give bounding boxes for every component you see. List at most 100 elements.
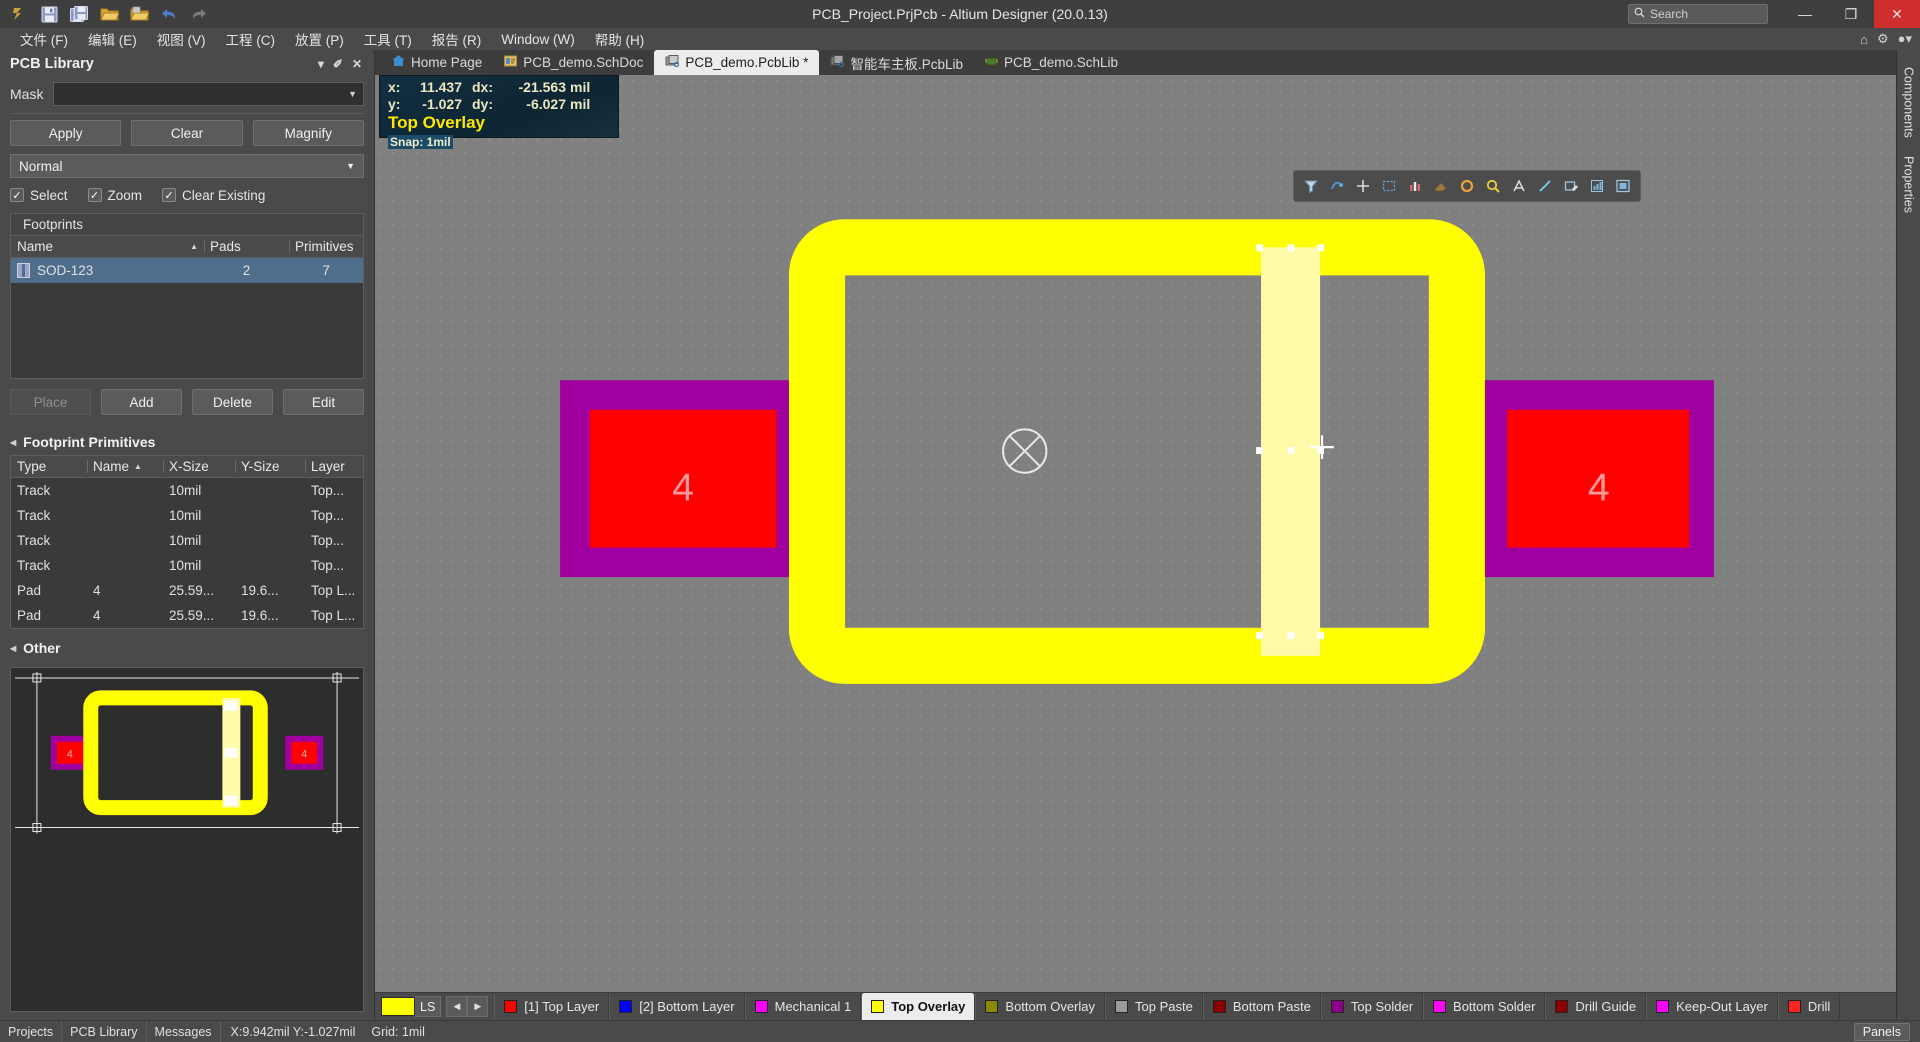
menu-window[interactable]: Window (W) [491,30,585,49]
tab-smartcar-pcblib[interactable]: 智能车主板.PcbLib [819,50,974,75]
layer-tab-bottom-overlay[interactable]: Bottom Overlay [975,993,1105,1020]
tab-pcb-demo-pcblib[interactable]: PCB_demo.PcbLib * [654,50,820,75]
primitives-col-type[interactable]: Type [11,456,87,477]
status-tab-messages[interactable]: Messages [147,1021,221,1042]
menu-help[interactable]: 帮助 (H) [585,27,655,51]
footprints-col-primitives[interactable]: Primitives [289,236,363,257]
panel-close-icon[interactable]: ✕ [352,57,362,71]
rail-tab-components[interactable]: Components [1899,58,1919,147]
eraser-icon[interactable] [1429,174,1453,198]
minimize-button[interactable]: — [1782,0,1828,28]
net-color-icon[interactable] [1325,174,1349,198]
rectangle-edit-icon[interactable] [1559,174,1583,198]
panel-dropdown-icon[interactable]: ▾ [318,57,324,71]
footprints-col-pads[interactable]: Pads [204,236,289,257]
open-project-icon[interactable] [126,2,152,26]
layer-tab-bottom-paste[interactable]: Bottom Paste [1202,993,1321,1020]
layer-tab-mechanical-1[interactable]: Mechanical 1 [744,993,862,1020]
maximize-button[interactable]: ❐ [1828,0,1874,28]
rail-tab-properties[interactable]: Properties [1899,147,1919,222]
footprint-preview[interactable]: 4 4 [10,667,364,1012]
chart-icon[interactable] [1585,174,1609,198]
magnify-button[interactable]: Magnify [252,120,364,146]
tab-pcb-demo-schdoc[interactable]: PCB_demo.SchDoc [493,50,654,75]
footprints-col-name[interactable]: Name ▲ [11,236,204,257]
checkbox-clear-existing-box[interactable]: ✓ [162,188,177,202]
collapse-triangle-icon[interactable]: ◀ [10,438,16,447]
chevron-down-icon[interactable]: ▼ [346,161,355,171]
layer-set-swatch[interactable] [381,997,415,1016]
mask-mode-select[interactable]: Normal ▼ [10,154,364,178]
menu-tools[interactable]: 工具 (T) [354,27,422,51]
apply-button[interactable]: Apply [10,120,122,146]
table-row[interactable]: Track 10mil Top... [11,528,363,553]
select-area-icon[interactable] [1377,174,1401,198]
table-row[interactable]: Pad 4 25.59... 19.6... Top L... [11,603,363,628]
menu-reports[interactable]: 报告 (R) [422,27,492,51]
layer-tab-drill[interactable]: Drill [1777,993,1841,1020]
layer-tab-bottom-layer[interactable]: [2] Bottom Layer [609,993,745,1020]
open-folder-icon[interactable] [96,2,122,26]
layer-tab-top-paste[interactable]: Top Paste [1105,993,1203,1020]
table-row[interactable]: Pad 4 25.59... 19.6... Top L... [11,578,363,603]
menu-place[interactable]: 放置 (P) [285,27,354,51]
filter-icon[interactable] [1299,174,1323,198]
menu-file[interactable]: 文件 (F) [10,27,78,51]
chevron-down-icon[interactable]: ▼ [348,89,357,99]
clear-button[interactable]: Clear [131,120,243,146]
menu-view[interactable]: 视图 (V) [147,27,216,51]
layer-tab-top-layer[interactable]: [1] Top Layer [494,993,610,1020]
status-tab-pcb-library[interactable]: PCB Library [62,1021,147,1042]
layer-prev-button[interactable]: ◀ [446,996,468,1017]
measure-icon[interactable] [1403,174,1427,198]
checkbox-zoom[interactable]: ✓ Zoom [87,188,142,203]
altium-logo-icon[interactable] [6,2,32,26]
table-row[interactable]: SOD-123 2 7 [11,258,363,283]
layer-tab-bottom-solder[interactable]: Bottom Solder [1423,993,1546,1020]
checkbox-clear-existing[interactable]: ✓ Clear Existing [162,188,265,203]
table-row[interactable]: Track 10mil Top... [11,553,363,578]
settings-gear-icon[interactable]: ⚙ [1877,31,1889,47]
home-icon[interactable]: ⌂ [1860,32,1868,47]
layer-tab-drill-guide[interactable]: Drill Guide [1545,993,1647,1020]
layer-tab-top-solder[interactable]: Top Solder [1320,993,1424,1020]
checkbox-zoom-box[interactable]: ✓ [87,188,102,202]
menu-project[interactable]: 工程 (C) [216,27,286,51]
search-input[interactable]: Search [1628,4,1768,24]
table-row[interactable]: Track 10mil Top... [11,503,363,528]
primitives-col-ysize[interactable]: Y-Size [235,456,305,477]
tab-pcb-demo-schlib[interactable]: PCB_demo.SchLib [974,50,1129,75]
crosshair-icon[interactable] [1351,174,1375,198]
mask-input[interactable]: ▼ [53,82,364,106]
primitives-col-xsize[interactable]: X-Size [163,456,235,477]
status-tab-projects[interactable]: Projects [0,1021,63,1042]
undo-icon[interactable] [156,2,182,26]
magnifier-icon[interactable] [1481,174,1505,198]
delete-button[interactable]: Delete [192,389,273,415]
save-all-icon[interactable] [66,2,92,26]
primitives-col-layer[interactable]: Layer [305,456,363,477]
pcb-canvas[interactable]: x: 11.437 dx: -21.563 mil y: -1.027 dy: … [375,75,1896,992]
add-button[interactable]: Add [101,389,182,415]
menu-edit[interactable]: 编辑 (E) [78,27,147,51]
board-view-icon[interactable] [1611,174,1635,198]
orange-dot-icon[interactable] [1455,174,1479,198]
layer-set-label[interactable]: LS [415,996,442,1017]
footprint-primitives-section-header[interactable]: ◀ Footprint Primitives [10,429,364,455]
line-icon[interactable] [1533,174,1557,198]
checkbox-select[interactable]: ✓ Select [10,188,68,203]
primitives-col-name[interactable]: Name ▲ [87,456,163,477]
tab-home-page[interactable]: Home Page [381,50,493,75]
table-row[interactable]: Track 10mil Top... [11,478,363,503]
user-account-icon[interactable]: ●▾ [1898,31,1912,47]
close-button[interactable]: ✕ [1874,0,1920,28]
panel-pin-icon[interactable]: ✐ [333,57,343,71]
layer-tab-top-overlay[interactable]: Top Overlay [861,992,976,1021]
layer-tab-keepout[interactable]: Keep-Out Layer [1646,993,1778,1020]
other-section-header[interactable]: ◀ Other [10,635,364,661]
text-icon[interactable] [1507,174,1531,198]
collapse-triangle-icon[interactable]: ◀ [10,644,16,653]
panels-button[interactable]: Panels [1853,1022,1910,1041]
checkbox-select-box[interactable]: ✓ [10,188,24,202]
save-icon[interactable] [36,2,62,26]
